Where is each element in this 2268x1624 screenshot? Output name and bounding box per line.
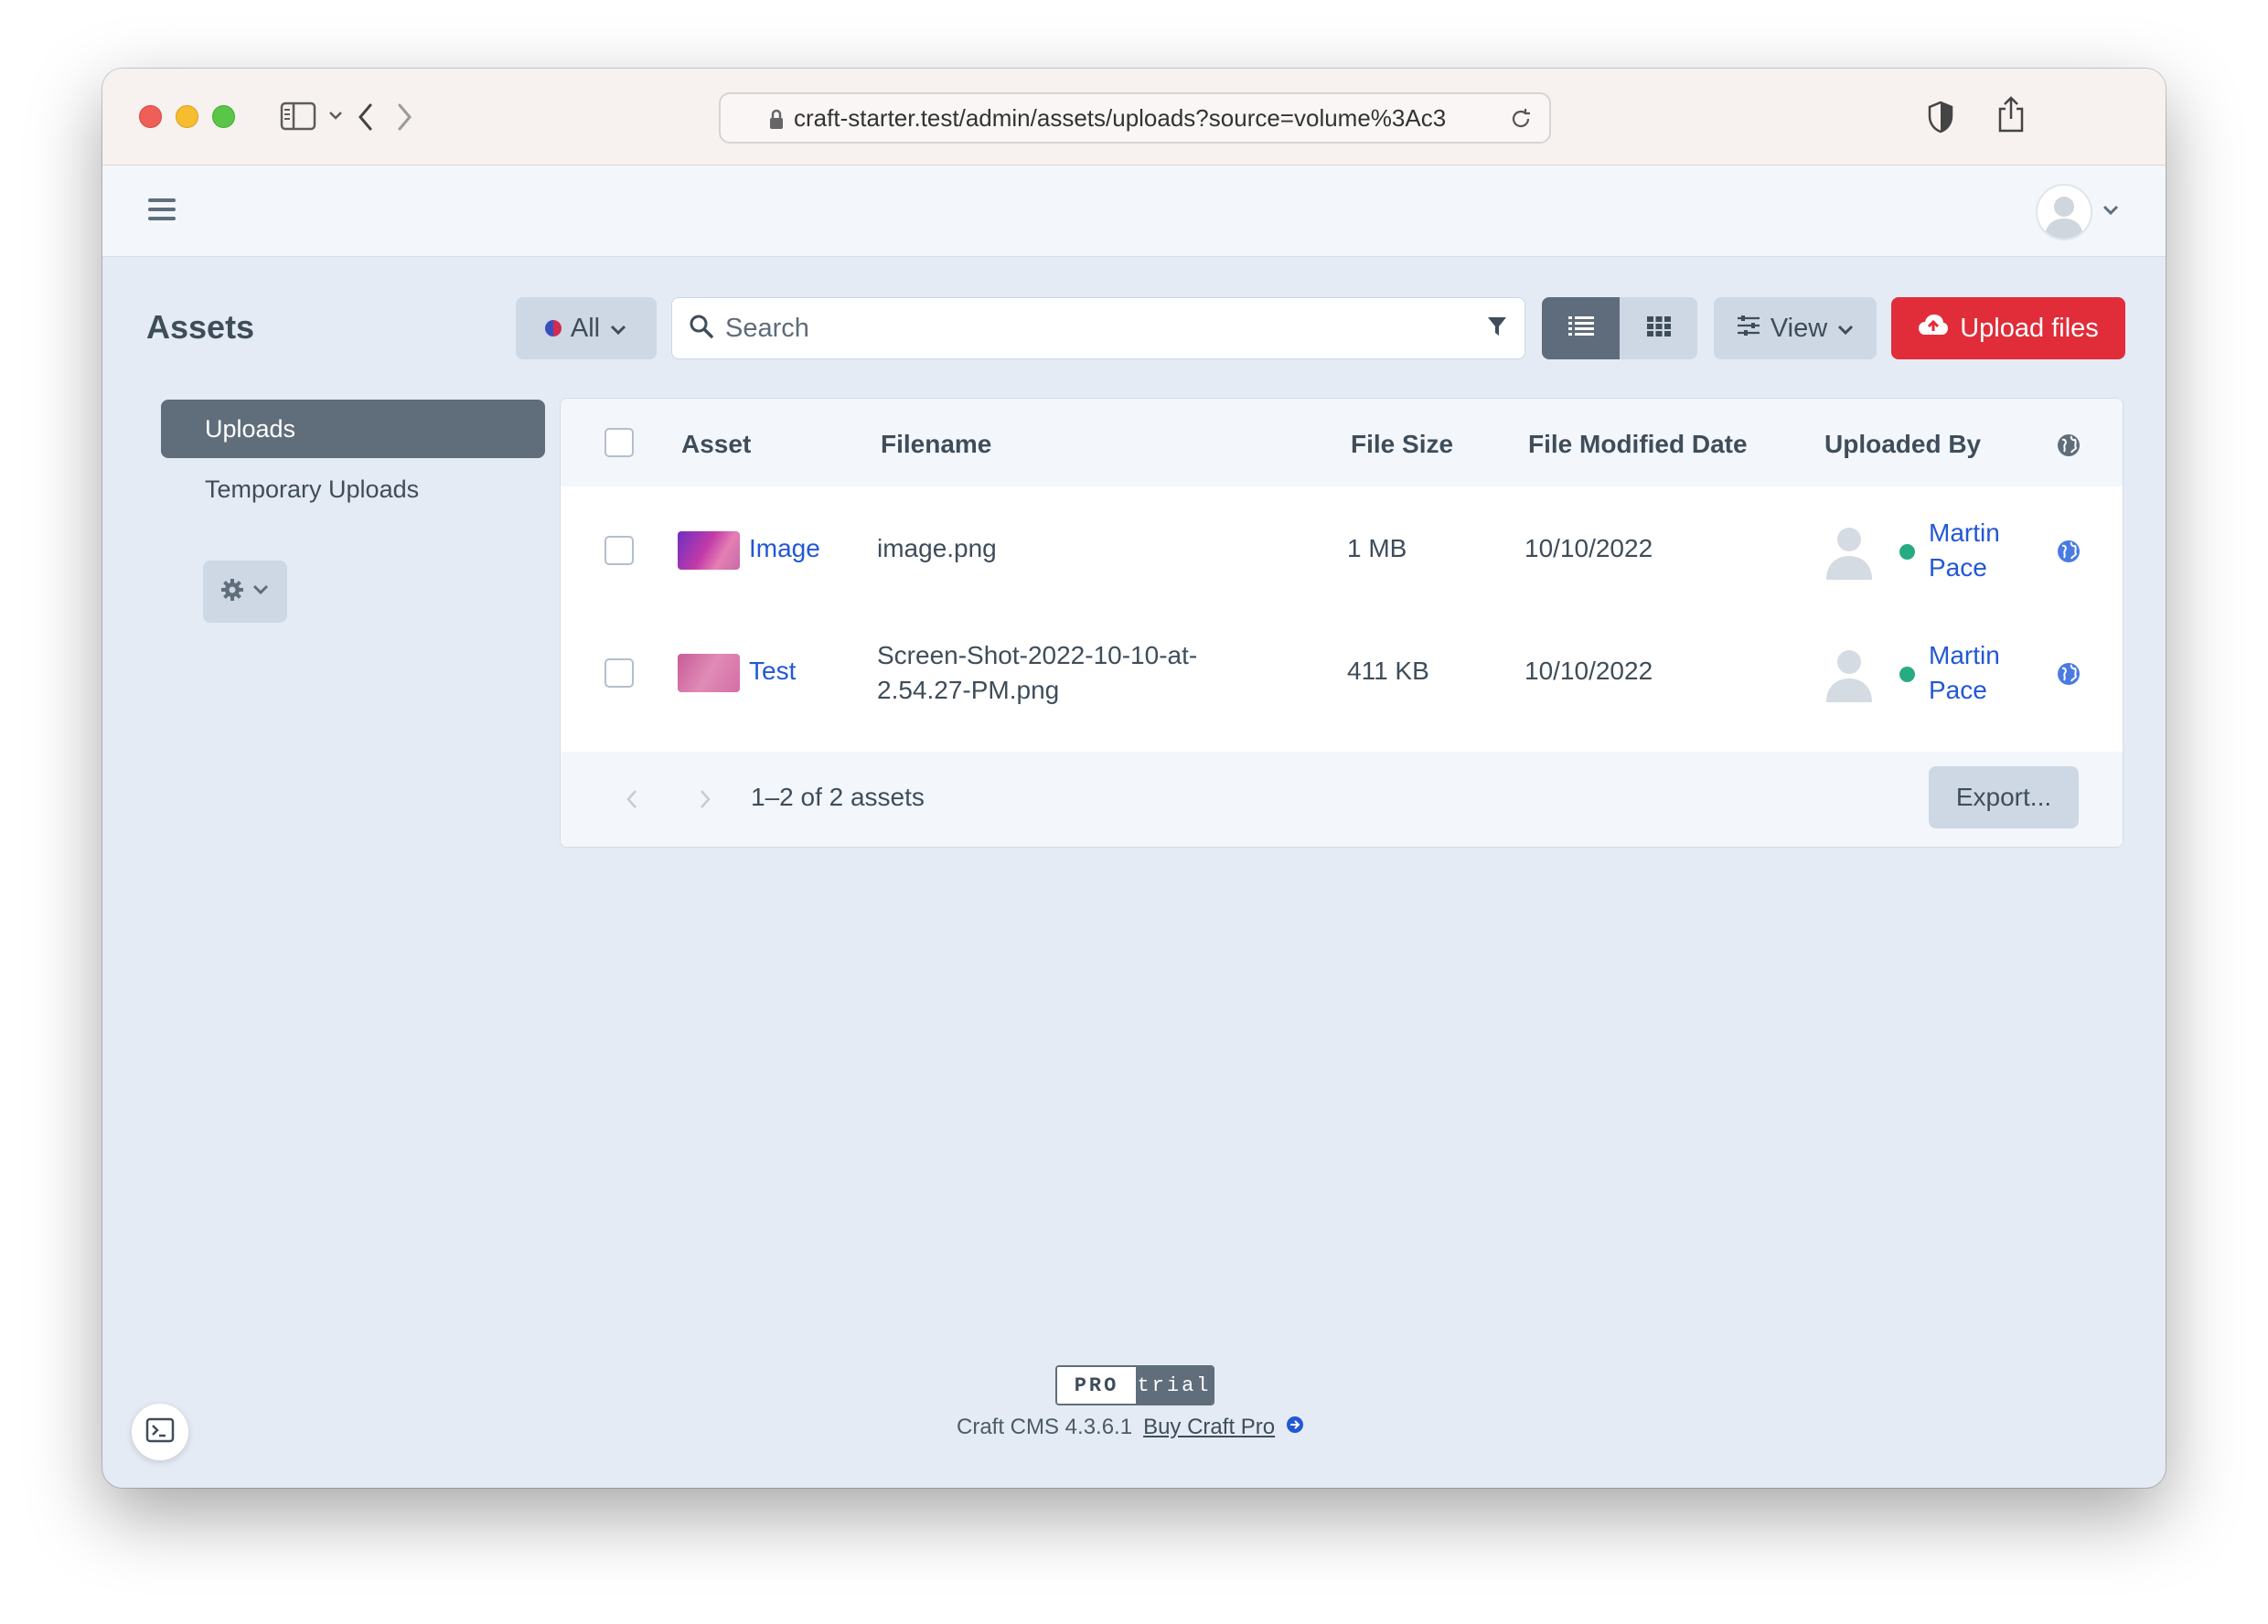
row-checkbox[interactable] — [604, 536, 634, 565]
search-input[interactable] — [725, 298, 1486, 358]
grid-view-icon — [1646, 315, 1672, 342]
zoom-window-button[interactable] — [212, 105, 235, 128]
chevron-down-icon[interactable] — [327, 109, 344, 122]
table-row[interactable]: Image image.png 1 MB 10/10/2022 Martin P… — [561, 486, 2123, 609]
close-window-button[interactable] — [139, 105, 162, 128]
view-mode-toggle — [1542, 297, 1697, 359]
buy-pro-link[interactable]: Buy Craft Pro — [1143, 1415, 1275, 1440]
edition-pro-label: PRO — [1057, 1367, 1136, 1404]
list-view-icon — [1567, 315, 1595, 343]
dev-mode-button[interactable] — [132, 1404, 188, 1460]
lock-icon — [768, 109, 785, 137]
uploader-last-name: Pace — [1929, 553, 1987, 582]
export-button[interactable]: Export... — [1929, 766, 2079, 828]
back-icon[interactable] — [355, 102, 377, 133]
account-menu-button[interactable] — [2036, 184, 2120, 240]
globe-icon — [2057, 433, 2081, 462]
uploader-link[interactable]: Martin Pace — [1929, 516, 2000, 585]
url-text: craft-starter.test/admin/assets/uploads?… — [794, 103, 1447, 132]
search-field[interactable] — [671, 297, 1525, 359]
hamburger-icon[interactable] — [148, 198, 176, 220]
terminal-icon — [145, 1417, 175, 1448]
filename-cell: Screen-Shot-2022-10-10-at- 2.54.27-PM.pn… — [877, 638, 1197, 708]
column-header-filename[interactable]: Filename — [881, 430, 991, 459]
select-all-checkbox[interactable] — [604, 428, 634, 457]
pagination-info: 1–2 of 2 assets — [751, 783, 925, 811]
asset-title-link[interactable]: Test — [749, 657, 796, 686]
site-menu-label: All — [570, 313, 601, 343]
column-header-uploaded-by[interactable]: Uploaded By — [1824, 430, 1981, 459]
uploader-last-name: Pace — [1929, 676, 1987, 704]
uploader-link[interactable]: Martin Pace — [1929, 638, 2000, 708]
asset-title-link[interactable]: Image — [749, 534, 820, 563]
app-info: Craft CMS 4.3.6.1 Buy Craft Pro — [957, 1415, 1304, 1440]
site-menu-button[interactable]: All — [516, 297, 657, 359]
assets-table: Asset Filename File Size File Modified D… — [560, 398, 2124, 848]
asset-thumbnail[interactable] — [678, 531, 740, 570]
user-icon — [1823, 523, 1876, 580]
minimize-window-button[interactable] — [176, 105, 198, 128]
table-row[interactable]: Test Screen-Shot-2022-10-10-at- 2.54.27-… — [561, 609, 2123, 732]
sidebar-item-temporary-uploads[interactable]: Temporary Uploads — [161, 460, 545, 518]
site-icon — [544, 320, 562, 337]
uploader-first-name: Martin — [1929, 641, 2000, 669]
browser-toolbar: craft-starter.test/admin/assets/uploads?… — [102, 69, 2166, 166]
file-size-cell: 411 KB — [1347, 657, 1429, 685]
user-icon — [1823, 646, 1876, 702]
status-badge — [1899, 667, 1915, 682]
sidebar-toggle-icon[interactable] — [280, 102, 316, 131]
arrow-circle-right-icon — [1286, 1415, 1304, 1440]
shield-icon[interactable] — [1926, 100, 1955, 134]
view-settings-label: View — [1770, 313, 1828, 343]
uploader-first-name: Martin — [1929, 518, 2000, 547]
grid-view-button[interactable] — [1620, 297, 1697, 359]
next-page-button[interactable] — [698, 788, 712, 817]
reload-icon[interactable] — [1509, 107, 1533, 137]
chevron-down-icon — [609, 314, 627, 344]
file-size-cell: 1 MB — [1347, 534, 1407, 562]
upload-files-button[interactable]: Upload files — [1891, 297, 2125, 359]
modified-date-cell: 10/10/2022 — [1524, 534, 1653, 562]
sidebar-item-label: Temporary Uploads — [205, 475, 420, 503]
row-checkbox[interactable] — [604, 658, 634, 688]
search-icon — [689, 314, 714, 344]
user-icon — [2036, 184, 2092, 240]
globe-icon — [2057, 540, 2081, 568]
upload-files-label: Upload files — [1960, 313, 2099, 343]
app-header — [102, 166, 2166, 257]
sliders-icon — [1736, 314, 1761, 344]
status-badge — [1899, 544, 1915, 560]
chevron-down-icon — [1836, 314, 1855, 344]
forward-icon[interactable] — [393, 102, 415, 133]
asset-thumbnail[interactable] — [678, 654, 740, 692]
version-text: Craft CMS 4.3.6.1 — [957, 1415, 1133, 1439]
table-footer: 1–2 of 2 assets Export... — [561, 752, 2123, 847]
globe-icon — [2057, 662, 2081, 690]
edition-badge: PRO trial — [1055, 1365, 1214, 1405]
cloud-upload-icon — [1918, 313, 1949, 344]
gear-icon — [220, 578, 244, 606]
modified-date-cell: 10/10/2022 — [1524, 657, 1653, 685]
filter-icon[interactable] — [1486, 315, 1508, 343]
sidebar-item-label: Uploads — [205, 414, 296, 443]
view-settings-button[interactable]: View — [1714, 297, 1877, 359]
previous-page-button[interactable] — [625, 788, 639, 817]
table-header: Asset Filename File Size File Modified D… — [561, 399, 2123, 486]
column-header-file-size[interactable]: File Size — [1351, 430, 1453, 459]
source-settings-button[interactable] — [203, 561, 287, 623]
filename-cell: image.png — [877, 534, 997, 562]
page-title: Assets — [146, 308, 255, 346]
chevron-down-icon — [2102, 204, 2120, 221]
list-view-button[interactable] — [1542, 297, 1620, 359]
filename-line: 2.54.27-PM.png — [877, 676, 1060, 704]
chevron-down-icon — [251, 583, 270, 601]
edition-trial-label: trial — [1136, 1367, 1213, 1404]
column-header-asset[interactable]: Asset — [681, 430, 751, 459]
sidebar-item-uploads[interactable]: Uploads — [161, 400, 545, 458]
share-icon[interactable] — [1995, 94, 2027, 134]
column-header-modified-date[interactable]: File Modified Date — [1528, 430, 1748, 459]
browser-window: craft-starter.test/admin/assets/uploads?… — [102, 69, 2166, 1488]
filename-line: Screen-Shot-2022-10-10-at- — [877, 641, 1198, 669]
address-bar[interactable]: craft-starter.test/admin/assets/uploads?… — [719, 92, 1551, 144]
